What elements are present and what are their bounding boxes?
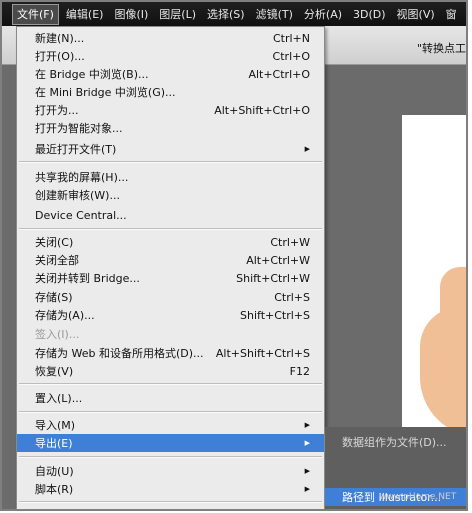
options-tool-label: "转换点工 — [417, 42, 467, 55]
menu-item-label: 签入(I)... — [35, 328, 80, 341]
menu-item-shortcut: Alt+Ctrl+O — [248, 67, 310, 81]
menu-image[interactable]: 图像(I) — [110, 5, 152, 24]
menu-item-shortcut: Shift+Ctrl+S — [240, 308, 310, 322]
menu-item-new[interactable]: 新建(N)... Ctrl+N — [17, 29, 324, 47]
menu-item-shortcut: Ctrl+S — [274, 290, 310, 304]
menu-item-label: 共享我的屏幕(H)... — [35, 171, 129, 184]
submenu-arrow-icon: ▶ — [304, 485, 310, 493]
submenu-arrow-icon: ▶ — [304, 439, 310, 447]
menu-item-label: 导出(E) — [35, 437, 73, 450]
photoshop-window: 文件(F) 编辑(E) 图像(I) 图层(L) 选择(S) 滤镜(T) 分析(A… — [0, 0, 468, 511]
menu-item-label: 新建(N)... — [35, 32, 85, 45]
menu-file[interactable]: 文件(F) — [12, 3, 59, 25]
menu-item-label: 关闭并转到 Bridge... — [35, 272, 140, 285]
menu-edit[interactable]: 编辑(E) — [62, 5, 108, 24]
menu-item-create-review[interactable]: 创建新审核(W)... — [17, 186, 324, 204]
menu-item-shortcut: F12 — [289, 364, 310, 378]
menu-item-label: Device Central... — [35, 208, 127, 222]
menu-item-close[interactable]: 关闭(C) Ctrl+W — [17, 233, 324, 251]
menu-window[interactable]: 窗 — [442, 5, 461, 24]
menu-item-label: 导入(M) — [35, 419, 76, 432]
menu-item-save-as[interactable]: 存储为(A)... Shift+Ctrl+S — [17, 306, 324, 324]
menu-separator — [19, 456, 322, 458]
menu-item-browse-bridge[interactable]: 在 Bridge 中浏览(B)... Alt+Ctrl+O — [17, 65, 324, 83]
menu-item-label: 关闭全部 — [35, 254, 79, 267]
menu-item-shortcut: Ctrl+O — [272, 49, 310, 63]
menu-item-label: 关闭(C) — [35, 236, 74, 249]
menu-3d[interactable]: 3D(D) — [349, 5, 390, 24]
menu-item-label: 存储(S) — [35, 291, 73, 304]
menu-item-scripts[interactable]: 脚本(R) ▶ — [17, 480, 324, 498]
submenu-arrow-icon: ▶ — [304, 421, 310, 429]
menu-item-browse-mini-bridge[interactable]: 在 Mini Bridge 中浏览(G)... — [17, 83, 324, 101]
menu-view[interactable]: 视图(V) — [393, 5, 439, 24]
menu-item-automate[interactable]: 自动(U) ▶ — [17, 462, 324, 480]
menu-item-share-screen[interactable]: 共享我的屏幕(H)... — [17, 168, 324, 186]
menu-item-label: 恢复(V) — [35, 365, 74, 378]
menu-select[interactable]: 选择(S) — [203, 5, 249, 24]
menu-item-open-as[interactable]: 打开为... Alt+Shift+Ctrl+O — [17, 101, 324, 119]
submenu-arrow-icon: ▶ — [304, 467, 310, 475]
menu-item-label: 在 Mini Bridge 中浏览(G)... — [35, 86, 176, 99]
menu-item-close-all[interactable]: 关闭全部 Alt+Ctrl+W — [17, 251, 324, 269]
menu-item-shortcut: Ctrl+N — [272, 31, 310, 45]
menu-filter[interactable]: 滤镜(T) — [252, 5, 297, 24]
menu-item-shortcut: Ctrl+W — [270, 235, 310, 249]
menu-item-open[interactable]: 打开(O)... Ctrl+O — [17, 47, 324, 65]
menu-separator — [19, 161, 322, 163]
menu-item-label: 存储为 Web 和设备所用格式(D)... — [35, 347, 204, 360]
menu-separator — [19, 411, 322, 413]
menu-item-shortcut: Alt+Shift+Ctrl+S — [215, 346, 310, 360]
menu-item-label: 打开(O)... — [35, 50, 85, 63]
menu-item-label: 存储为(A)... — [35, 309, 95, 322]
menu-item-close-go-bridge[interactable]: 关闭并转到 Bridge... Shift+Ctrl+W — [17, 269, 324, 287]
menu-item-label: 创建新审核(W)... — [35, 189, 120, 202]
file-menu: 新建(N)... Ctrl+N 打开(O)... Ctrl+O 在 Bridge 中… — [16, 26, 325, 509]
menu-separator — [19, 501, 322, 503]
menu-bar: 文件(F) 编辑(E) 图像(I) 图层(L) 选择(S) 滤镜(T) 分析(A… — [2, 2, 466, 26]
menu-layer[interactable]: 图层(L) — [155, 5, 200, 24]
menu-item-save-for-web[interactable]: 存储为 Web 和设备所用格式(D)... Alt+Shift+Ctrl+S — [17, 344, 324, 362]
menu-item-save[interactable]: 存储(S) Ctrl+S — [17, 288, 324, 306]
menu-item-label: 打开为... — [35, 104, 79, 117]
menu-separator — [19, 383, 322, 385]
watermark: www.pHome.NET — [379, 492, 457, 502]
menu-item-revert[interactable]: 恢复(V) F12 — [17, 362, 324, 380]
menu-item-shortcut: Shift+Ctrl+W — [236, 271, 310, 285]
menu-item-check-in: 签入(I)... — [17, 325, 324, 343]
menu-item-open-smart-object[interactable]: 打开为智能对象... — [17, 119, 324, 137]
menu-item-place[interactable]: 置入(L)... — [17, 389, 324, 407]
menu-item-shortcut: Alt+Ctrl+W — [246, 253, 310, 267]
menu-item-import[interactable]: 导入(M) ▶ — [17, 416, 324, 434]
menu-item-label: 打开为智能对象... — [35, 122, 123, 135]
menu-item-label: 在 Bridge 中浏览(B)... — [35, 68, 149, 81]
menu-item-shortcut: Alt+Shift+Ctrl+O — [214, 103, 310, 117]
menu-item-label: 置入(L)... — [35, 392, 83, 405]
menu-item-recent-files[interactable]: 最近打开文件(T) ▶ — [17, 140, 324, 158]
menu-item-label: 脚本(R) — [35, 483, 74, 496]
menu-analysis[interactable]: 分析(A) — [300, 5, 346, 24]
menu-item-export[interactable]: 导出(E) ▶ — [17, 434, 324, 452]
submenu-arrow-icon: ▶ — [304, 145, 310, 153]
menu-item-device-central[interactable]: Device Central... — [17, 206, 324, 224]
submenu-item-data-sets-as-files[interactable]: 数据组作为文件(D)... — [325, 433, 466, 451]
menu-item-label: 最近打开文件(T) — [35, 143, 117, 156]
menu-separator — [19, 228, 322, 230]
menu-item-label: 自动(U) — [35, 465, 74, 478]
